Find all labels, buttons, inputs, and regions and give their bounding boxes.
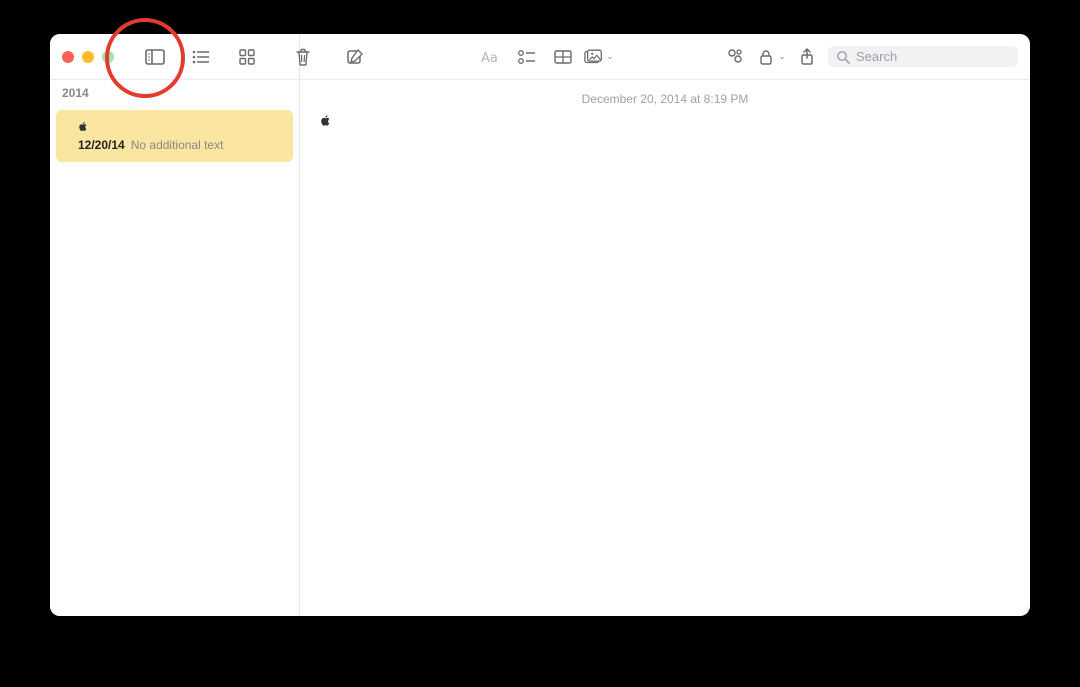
format-text-button[interactable]: Aa [476, 42, 506, 72]
note-editor-area: Aa [300, 34, 1030, 616]
share-button[interactable] [792, 42, 822, 72]
table-button[interactable] [548, 42, 578, 72]
search-icon [836, 50, 850, 64]
toggle-sidebar-button[interactable] [140, 42, 170, 72]
window-close-button[interactable] [62, 51, 74, 63]
lock-note-button[interactable]: ⌄ [756, 42, 786, 72]
share-icon [797, 47, 817, 67]
note-timestamp: December 20, 2014 at 8:19 PM [320, 92, 1010, 106]
window-minimize-button[interactable] [82, 51, 94, 63]
svg-text:Aa: Aa [481, 51, 498, 64]
compose-icon [345, 47, 365, 67]
insert-media-button[interactable]: ⌄ [584, 42, 614, 72]
table-icon [553, 47, 573, 67]
main-toolbar: Aa [300, 34, 1030, 80]
note-list-item[interactable]: 12/20/14 No additional text [56, 110, 293, 162]
checklist-icon [517, 47, 537, 67]
text-format-icon: Aa [481, 47, 501, 67]
search-input[interactable] [856, 49, 1010, 64]
window-zoom-button[interactable] [102, 51, 114, 63]
chevron-down-icon: ⌄ [606, 51, 614, 62]
media-icon [584, 47, 604, 67]
sidebar-toolbar [140, 42, 262, 72]
grid-icon [237, 47, 257, 67]
notes-list-sidebar: 2014 12/20/14 No additional text [50, 34, 300, 616]
left-titlebar [50, 34, 299, 80]
note-item-preview: No additional text [131, 138, 224, 152]
notes-window: 2014 12/20/14 No additional text [50, 34, 1030, 616]
note-editor-body[interactable]: December 20, 2014 at 8:19 PM [300, 80, 1030, 616]
link-collab-icon [725, 47, 745, 67]
gallery-view-button[interactable] [232, 42, 262, 72]
section-header: 2014 [50, 80, 299, 104]
section-header-label: 2014 [62, 86, 89, 100]
search-field[interactable] [828, 46, 1018, 67]
new-note-button[interactable] [340, 42, 370, 72]
note-list: 12/20/14 No additional text [50, 104, 299, 168]
apple-logo-icon [320, 115, 330, 127]
chevron-down-icon: ⌄ [778, 51, 786, 62]
lock-icon [756, 47, 776, 67]
apple-logo-icon [78, 122, 88, 132]
note-item-date: 12/20/14 [78, 138, 125, 152]
delete-note-button[interactable] [284, 42, 314, 72]
checklist-button[interactable] [512, 42, 542, 72]
note-list-item-meta: 12/20/14 No additional text [78, 138, 281, 152]
sidebar-panel-icon [145, 47, 165, 67]
note-list-item-title [78, 120, 281, 134]
list-view-icon [191, 47, 211, 67]
list-view-button[interactable] [186, 42, 216, 72]
note-content[interactable] [320, 114, 1010, 129]
link-note-button[interactable] [720, 42, 750, 72]
traffic-lights [62, 51, 114, 63]
